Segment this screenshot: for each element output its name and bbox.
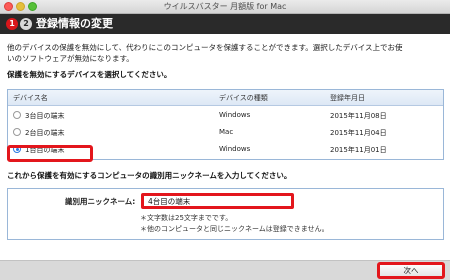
table-row[interactable]: 2台目の端末 Mac 2015年11月04日 [8, 124, 443, 141]
app-window: ウイルスバスター 月額版 for Mac 1 2 登録情報の変更 他のデバイスの… [0, 0, 450, 280]
selected-device-highlight [7, 145, 93, 162]
step-1-badge: 1 [6, 18, 18, 30]
device-type: Mac [219, 128, 234, 136]
footer-bar: 次へ [0, 260, 450, 280]
next-button[interactable]: 次へ [377, 262, 445, 279]
device-type: Windows [219, 111, 251, 119]
column-header-device-name[interactable]: デバイス名 [13, 93, 48, 103]
column-header-registered-date[interactable]: 登録年月日 [330, 93, 365, 103]
step-2-badge: 2 [20, 18, 32, 30]
registered-date: 2015年11月08日 [330, 112, 387, 120]
intro-line-1: 他のデバイスの保護を無効にして、代わりにこのコンピュータを保護することができます… [7, 43, 403, 52]
registered-date: 2015年11月04日 [330, 129, 387, 137]
device-name: 3台目の端末 [25, 112, 65, 120]
table-row[interactable]: 3台目の端末 Windows 2015年11月08日 [8, 107, 443, 124]
nickname-note-length: ＊文字数は25文字までです。 [140, 214, 233, 222]
nickname-input[interactable] [141, 193, 294, 209]
table-header: デバイス名 デバイスの種類 登録年月日 [8, 90, 443, 106]
main-content: 他のデバイスの保護を無効にして、代わりにこのコンピュータを保護することができます… [0, 34, 450, 260]
nickname-note-unique: ＊他のコンピュータと同じニックネームは登録できません。 [140, 225, 329, 233]
nickname-field-label: 識別用ニックネーム: [65, 197, 136, 206]
intro-line-2: いのソフトウェアが無効になります。 [7, 54, 134, 63]
window-title: ウイルスバスター 月額版 for Mac [163, 2, 287, 11]
nickname-instruction-label: これから保護を有効にするコンピュータの識別用ニックネームを入力してください。 [7, 171, 292, 180]
column-header-device-type[interactable]: デバイスの種類 [219, 93, 268, 103]
device-name: 2台目の端末 [25, 129, 65, 137]
nickname-panel: 識別用ニックネーム: ＊文字数は25文字までです。 ＊他のコンピュータと同じニッ… [7, 188, 444, 240]
page-title: 登録情報の変更 [36, 17, 113, 30]
device-radio-3[interactable] [13, 111, 21, 119]
title-bar: ウイルスバスター 月額版 for Mac [0, 0, 450, 14]
device-radio-2[interactable] [13, 128, 21, 136]
registered-date: 2015年11月01日 [330, 146, 387, 154]
step-header: 1 2 登録情報の変更 [0, 14, 450, 34]
device-type: Windows [219, 145, 251, 153]
device-select-label: 保護を無効にするデバイスを選択してください。 [7, 70, 172, 79]
intro-text: 他のデバイスの保護を無効にして、代わりにこのコンピュータを保護することができます… [7, 42, 447, 64]
